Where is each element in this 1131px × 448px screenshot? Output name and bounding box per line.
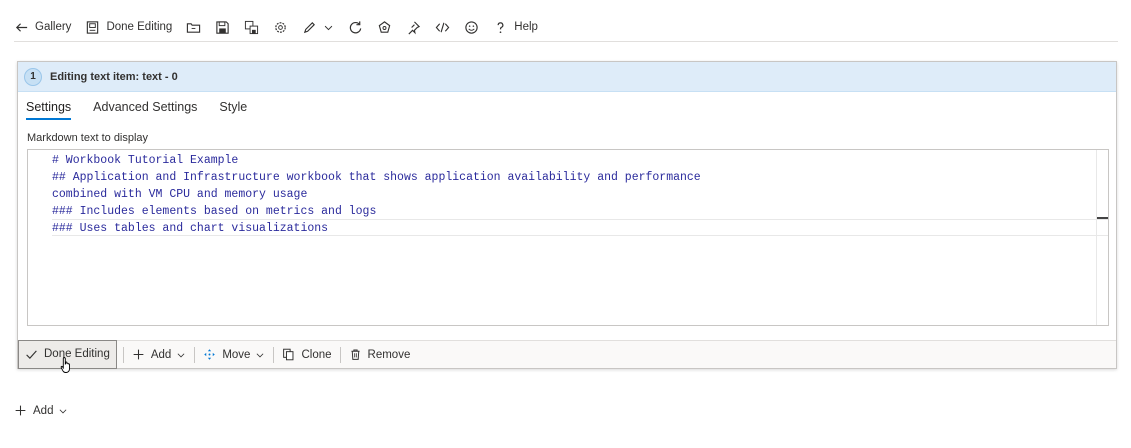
edit-dropdown[interactable] [323, 22, 334, 33]
code-line: ### Includes elements based on metrics a… [52, 205, 377, 218]
add-button[interactable]: Add [124, 341, 194, 368]
chevron-down-icon [177, 352, 185, 357]
advanced-editor-button[interactable] [435, 20, 450, 35]
refresh-icon [350, 20, 362, 33]
markdown-field-label: Markdown text to display [27, 132, 149, 144]
workbook-toolbar: Gallery Done Editing Help [14, 14, 552, 40]
gallery-label: Gallery [35, 21, 72, 33]
back-arrow-icon [15, 22, 28, 32]
help-button[interactable]: Help [493, 20, 538, 35]
edit-button[interactable] [302, 20, 317, 35]
plus-icon [133, 349, 144, 360]
done-editing-icon [87, 20, 99, 34]
chevron-down-icon [257, 352, 264, 357]
bottom-add-button[interactable]: Add [14, 404, 68, 417]
move-label: Move [222, 348, 251, 361]
chevron-down-icon [60, 408, 67, 413]
code-line: ## Application and Infrastructure workbo… [52, 171, 701, 184]
done-editing-toolbar-label: Done Editing [106, 21, 173, 33]
save-as-icon [245, 20, 259, 34]
clone-icon [283, 348, 294, 361]
text-item-editor-card: 1 Editing text item: text - 0 Settings A… [17, 61, 1117, 369]
gallery-button[interactable]: Gallery [14, 20, 71, 35]
help-label: Help [514, 21, 538, 33]
done-editing-toolbar-button[interactable]: Done Editing [85, 20, 172, 35]
refresh-button[interactable] [348, 20, 363, 35]
feedback-button[interactable] [464, 20, 479, 35]
code-line: # Workbook Tutorial Example [52, 154, 239, 167]
chevron-down-icon [325, 25, 333, 30]
checkmark-icon [26, 349, 37, 359]
edit-icon [304, 21, 316, 33]
pin-button[interactable] [406, 20, 421, 35]
done-editing-label: Done Editing [44, 348, 110, 360]
remove-button[interactable]: Remove [341, 341, 419, 368]
move-icon [204, 349, 216, 360]
hand-cursor-icon [60, 357, 70, 373]
open-button[interactable] [186, 20, 201, 35]
tab-advanced-settings[interactable]: Advanced Settings [93, 100, 197, 120]
tab-settings[interactable]: Settings [26, 100, 72, 120]
clone-label: Clone [301, 348, 332, 361]
smiley-icon [465, 20, 478, 34]
trash-icon [350, 349, 360, 360]
save-icon [216, 20, 229, 34]
clone-button[interactable]: Clone [274, 341, 339, 368]
plus-icon [15, 405, 26, 416]
markdown-editor[interactable]: # Workbook Tutorial Example ## Applicati… [27, 149, 1109, 326]
code-icon [435, 22, 450, 32]
bottom-add-label: Add [33, 404, 54, 417]
move-button[interactable]: Move [195, 341, 273, 368]
editor-scrollbar[interactable] [1096, 150, 1108, 325]
scrollbar-marker [1097, 217, 1108, 219]
open-folder-icon [187, 22, 201, 33]
pin-icon [408, 20, 421, 34]
tab-style[interactable]: Style [219, 100, 247, 120]
help-icon [497, 21, 504, 33]
community-icon [378, 20, 391, 33]
card-title: Editing text item: text - 0 [50, 70, 178, 83]
save-button[interactable] [215, 20, 230, 35]
settings-icon [275, 21, 287, 33]
step-number-badge: 1 [24, 67, 42, 86]
settings-tabs: Settings Advanced Settings Style [26, 100, 269, 120]
card-header[interactable]: 1 Editing text item: text - 0 [18, 62, 1116, 92]
add-label: Add [150, 348, 172, 361]
toolbar-divider [14, 41, 1118, 42]
card-actions-bar: Done Editing Add Move Clone Remove [18, 339, 1116, 369]
code-line-current: ### Uses tables and chart visualizations [52, 219, 1108, 236]
code-line: combined with VM CPU and memory usage [52, 188, 308, 201]
save-as-button[interactable] [244, 20, 259, 35]
settings-button[interactable] [273, 20, 288, 35]
remove-label: Remove [367, 348, 411, 361]
community-button[interactable] [377, 20, 392, 35]
